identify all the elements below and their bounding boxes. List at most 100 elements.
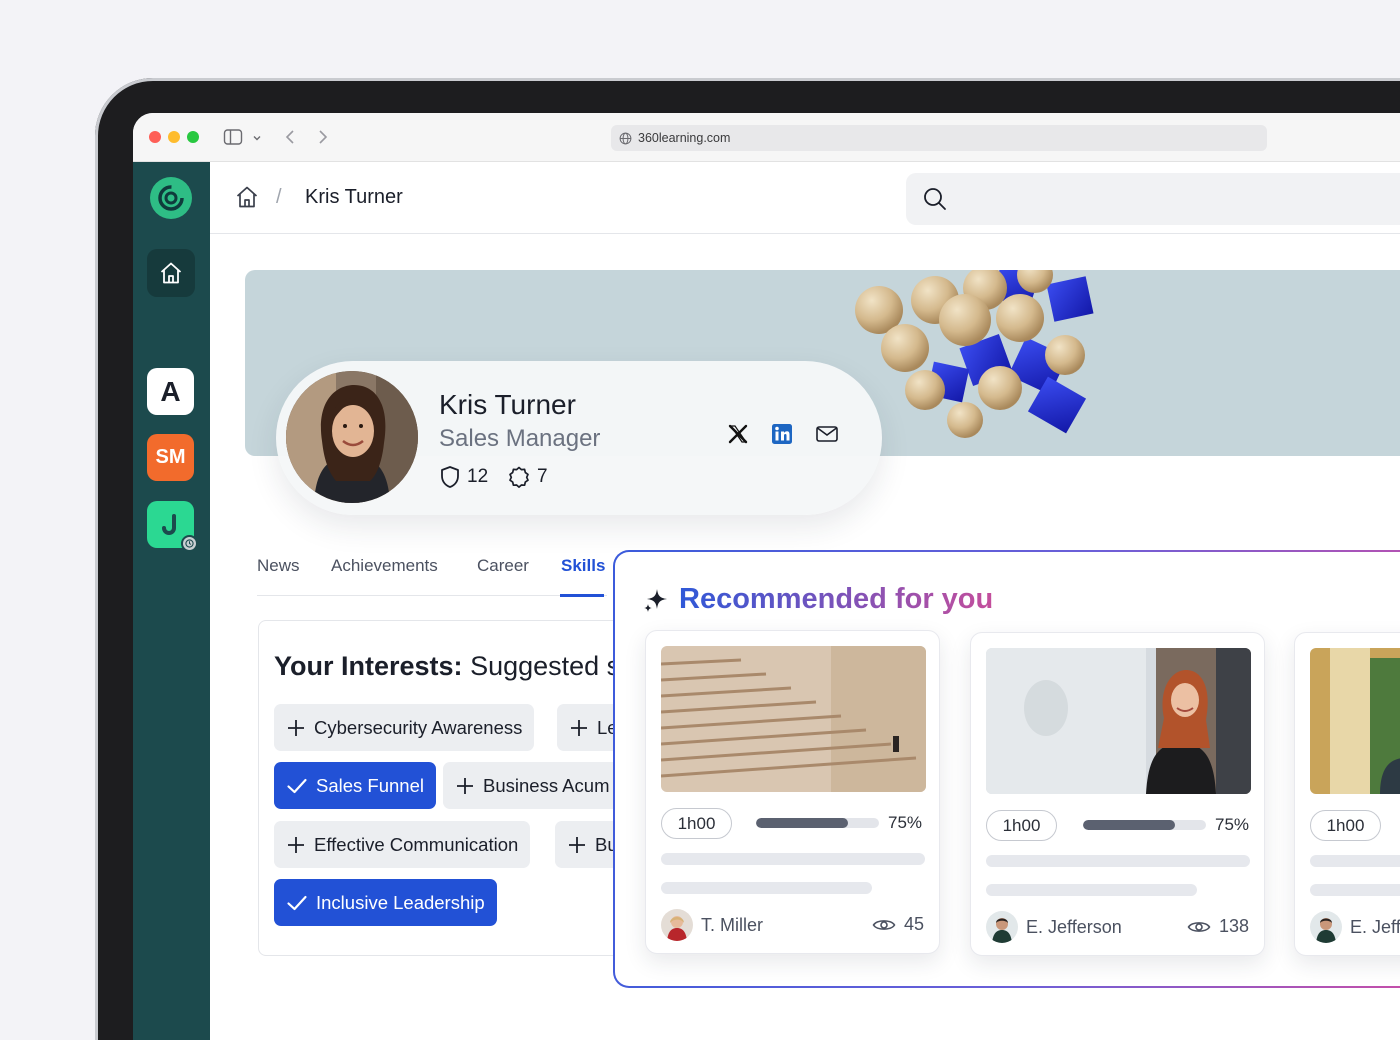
presenter-photo — [986, 648, 1251, 794]
profile-photo — [286, 371, 418, 503]
back-arrow-icon[interactable] — [283, 127, 297, 147]
course-thumbnail — [986, 648, 1251, 794]
globe-icon — [619, 132, 632, 144]
sidebar-app-j[interactable] — [147, 501, 198, 552]
course-author[interactable]: E. Jeff — [1310, 911, 1400, 943]
views-number: 45 — [903, 914, 924, 934]
breadcrumb-current: Kris Turner — [305, 186, 403, 208]
views-count: 45 — [872, 914, 924, 935]
linkedin-icon[interactable] — [771, 423, 793, 445]
interest-chip-cybersecurity[interactable]: Cybersecurity Awareness — [274, 704, 535, 751]
progress-percent: 75% — [888, 813, 923, 832]
x-twitter-icon[interactable] — [727, 423, 749, 445]
profile-name: Kris Turner — [439, 389, 576, 420]
interests-title-bold: Your Interests: — [274, 651, 463, 681]
home-icon — [160, 262, 182, 284]
chip-label: Business Acum — [483, 774, 610, 796]
progress-bar — [756, 818, 879, 828]
tab-career[interactable]: Career — [477, 556, 529, 576]
interest-chip-business-acumen[interactable]: Business Acum — [443, 762, 622, 809]
search-icon — [924, 188, 946, 210]
course-author[interactable]: T. Miller — [661, 909, 763, 941]
sidebar-app-a[interactable]: A — [147, 368, 194, 415]
j-app-icon — [161, 513, 176, 535]
author-name: E. Jeff — [1350, 916, 1400, 937]
badges-count: 12 — [467, 466, 489, 487]
course-author[interactable]: E. Jefferson — [986, 911, 1122, 943]
search-input[interactable] — [906, 173, 1400, 225]
profile-role: Sales Manager — [439, 425, 601, 452]
plus-icon — [457, 777, 473, 794]
tab-news[interactable]: News — [257, 556, 300, 576]
sidebar-app-sm[interactable]: SM — [147, 434, 194, 481]
sidebar-item-home[interactable] — [147, 249, 195, 297]
skeleton-line — [1310, 855, 1400, 867]
shield-icon — [441, 466, 459, 488]
duration-pill: 1h00 — [661, 808, 732, 839]
course-card[interactable]: 1h00 75% T. Miller 45 — [645, 630, 940, 954]
skeleton-line — [986, 855, 1250, 867]
maximize-window-button[interactable] — [187, 131, 199, 143]
author-avatar — [986, 911, 1018, 943]
progress-percent: 75% — [1215, 815, 1250, 834]
active-tab-indicator — [560, 594, 604, 597]
interests-title: Your Interests: Suggested s — [274, 651, 620, 682]
skeleton-line — [661, 882, 872, 894]
cover-art-spheres — [855, 270, 1094, 438]
check-icon — [287, 778, 307, 793]
profile-avatar[interactable] — [286, 371, 418, 503]
chevron-down-icon[interactable] — [251, 132, 263, 144]
course-card[interactable]: 1h00 E. Jeff — [1294, 632, 1400, 956]
certificates-count: 7 — [537, 466, 548, 487]
profile-card: Kris Turner Sales Manager 12 7 — [276, 361, 882, 515]
address-bar[interactable]: 360learning.com — [611, 125, 1267, 151]
tab-skills[interactable]: Skills — [561, 556, 605, 576]
duration-pill: 1h00 — [1310, 810, 1381, 841]
author-name: E. Jefferson — [1026, 916, 1122, 937]
clock-badge-icon — [181, 535, 198, 552]
plus-icon — [288, 719, 304, 736]
breadcrumb-separator: / — [276, 186, 282, 208]
tab-achievements[interactable]: Achievements — [331, 556, 438, 576]
course-thumbnail — [1310, 648, 1400, 794]
breadcrumb-home-icon[interactable] — [234, 184, 260, 210]
skeleton-line — [1310, 884, 1400, 896]
duration-pill: 1h00 — [986, 810, 1057, 841]
email-icon[interactable] — [815, 424, 839, 444]
interest-chip-effective-communication[interactable]: Effective Communication — [274, 821, 531, 868]
course-thumbnail — [661, 646, 926, 792]
office-photo — [1310, 648, 1400, 794]
browser-toolbar: 360learning.com — [133, 113, 1400, 162]
plus-icon — [571, 719, 587, 736]
plus-icon — [569, 836, 585, 853]
chip-label: Effective Communication — [314, 833, 519, 855]
interests-title-rest: Suggested s — [470, 651, 621, 681]
app-label: A — [160, 375, 181, 407]
recommended-title: Recommended for you — [679, 583, 994, 615]
sparkle-icon — [644, 589, 667, 612]
laptop-screen: 360learning.com A SM / Kris Turner Kris … — [133, 113, 1400, 1040]
author-avatar — [1310, 911, 1342, 943]
chip-label: Inclusive Leadership — [316, 891, 485, 913]
interest-chip-inclusive-leadership[interactable]: Inclusive Leadership — [274, 879, 497, 926]
app-sidebar: A SM — [133, 162, 210, 1040]
course-card[interactable]: 1h00 75% E. Jefferson 138 — [970, 632, 1265, 956]
views-count: 138 — [1187, 916, 1249, 937]
page-header: / Kris Turner — [210, 162, 1400, 234]
certificates-stat[interactable]: 7 — [507, 465, 548, 489]
sidebar-toggle-icon[interactable] — [223, 127, 243, 147]
forward-arrow-icon[interactable] — [316, 127, 330, 147]
chip-label: Cybersecurity Awareness — [314, 716, 523, 738]
brand-logo[interactable] — [150, 177, 192, 219]
app-label: SM — [155, 446, 186, 468]
views-number: 138 — [1218, 916, 1249, 936]
eye-icon — [872, 919, 896, 930]
badges-stat[interactable]: 12 — [439, 465, 488, 489]
url-text: 360learning.com — [638, 131, 731, 145]
minimize-window-button[interactable] — [168, 131, 180, 143]
interest-chip-sales-funnel[interactable]: Sales Funnel — [274, 762, 436, 809]
progress-bar — [1083, 820, 1206, 830]
author-name: T. Miller — [701, 914, 763, 935]
close-window-button[interactable] — [149, 131, 161, 143]
profile-tabs: News Achievements Career Skills — [257, 556, 607, 597]
